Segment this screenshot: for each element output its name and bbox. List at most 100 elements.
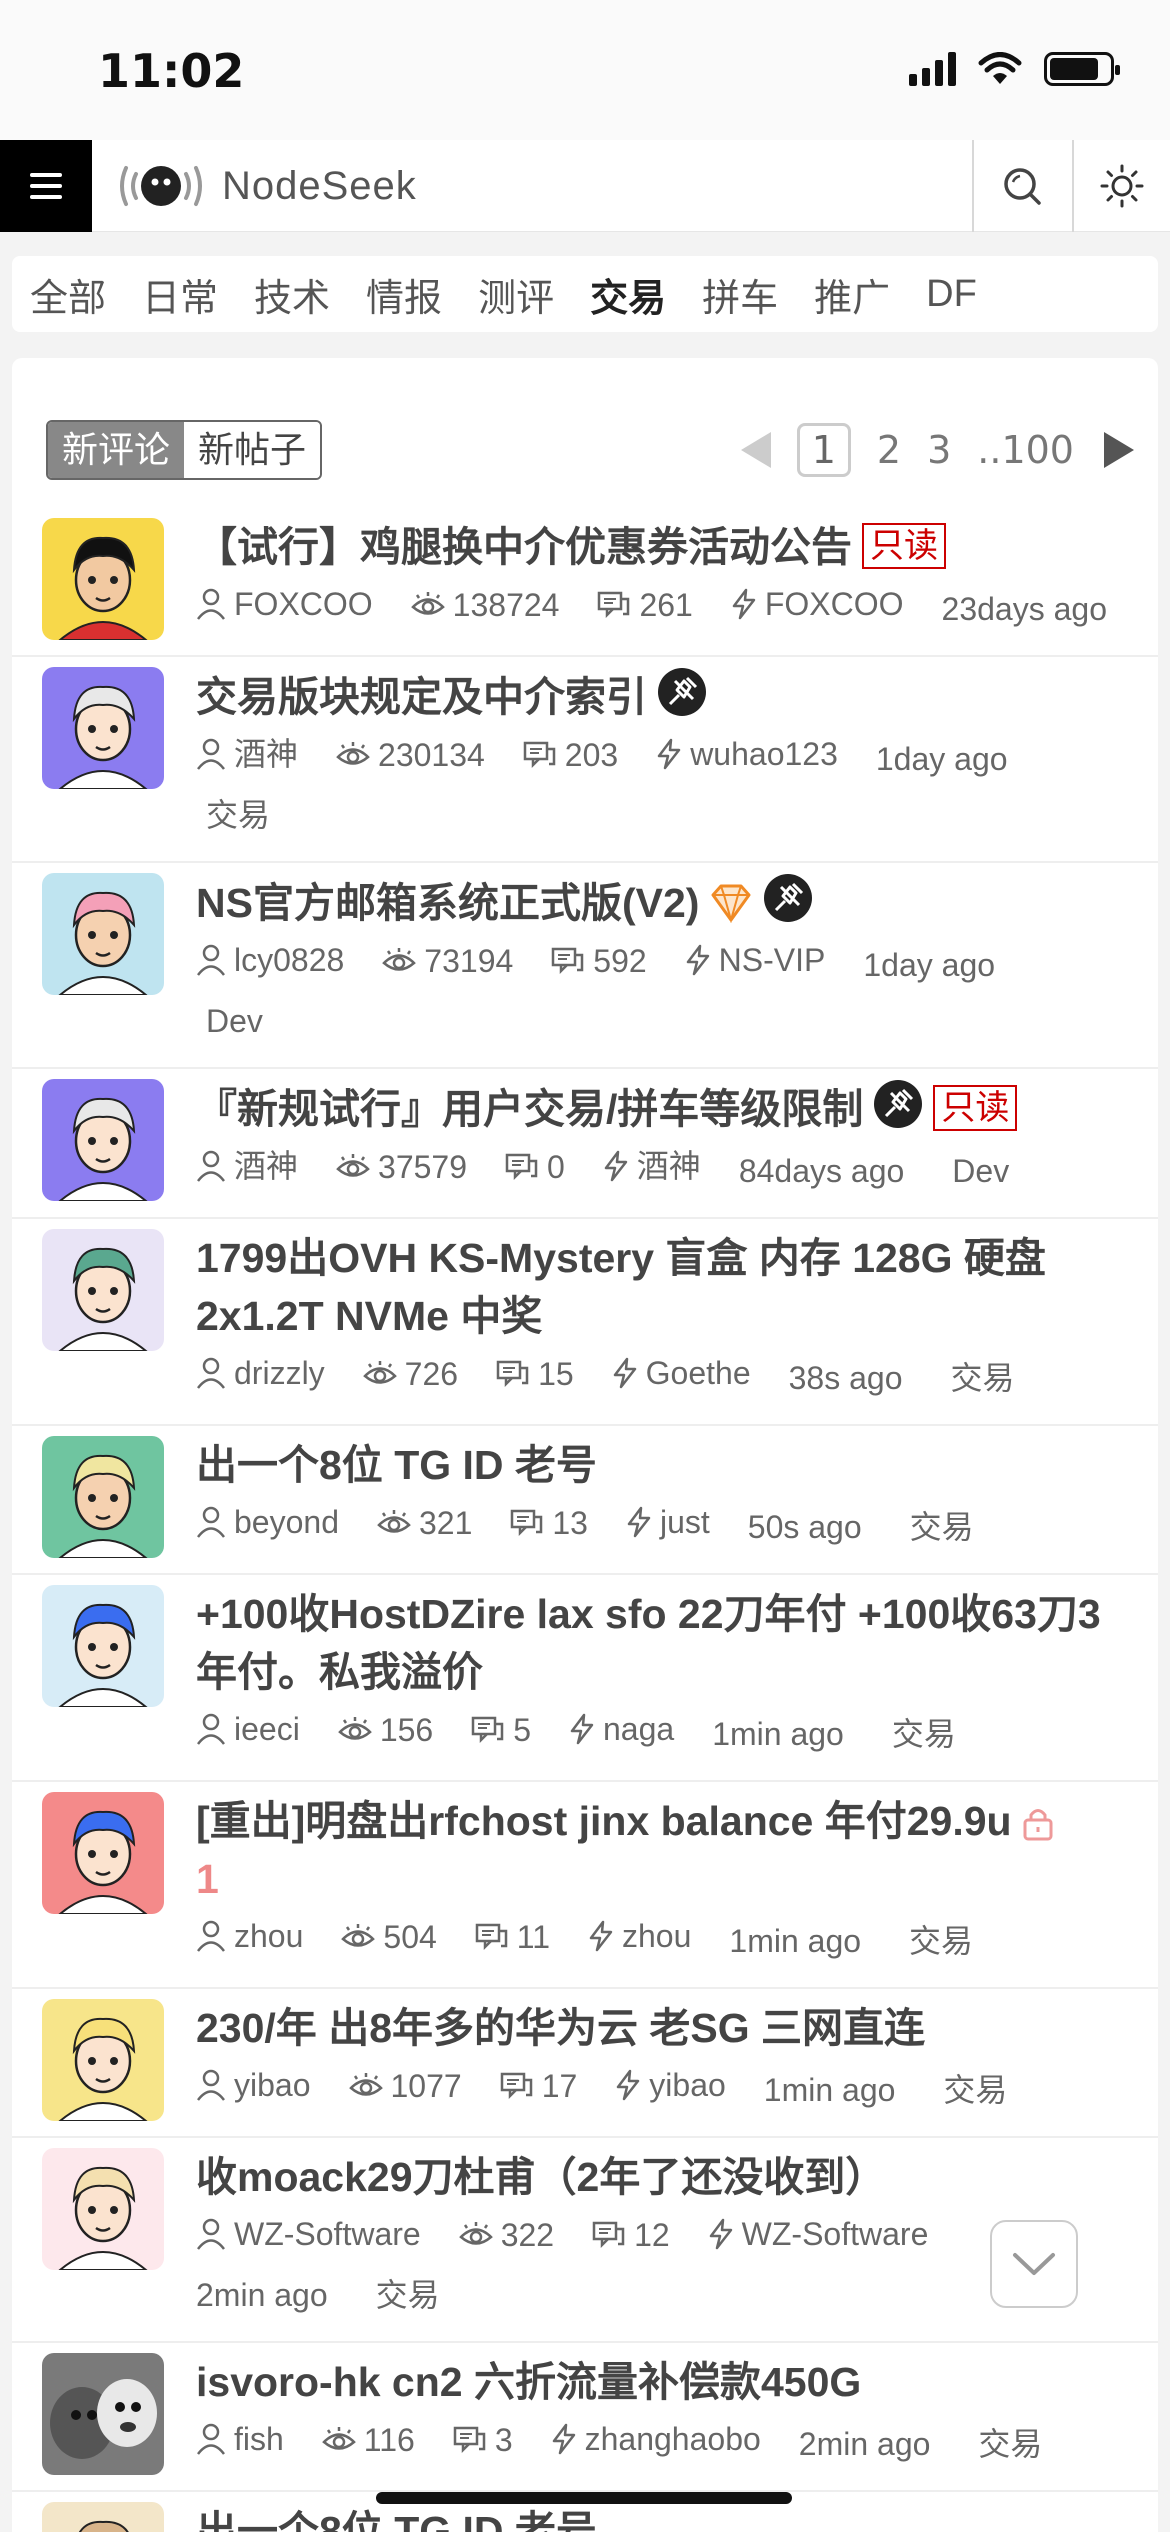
post-title[interactable]: NS官方邮箱系统正式版(V2) (196, 873, 1128, 932)
post-item[interactable]: [重出]明盘出rfchost jinx balance 年付29.9u 1 zhou… (12, 1782, 1158, 1989)
menu-button[interactable] (0, 140, 92, 232)
post-category[interactable]: 交易 (943, 2062, 1007, 2118)
post-item[interactable]: 收moack29刀杜甫（2年了还没收到） WZ-Software 322 12 WZ-S… (12, 2138, 1158, 2343)
avatar[interactable] (42, 518, 164, 640)
avatar[interactable] (42, 1792, 164, 1914)
post-author[interactable]: drizzly (196, 1345, 325, 1401)
post-title-text[interactable]: 交易版块规定及中介索引 (196, 674, 647, 720)
post-title-text[interactable]: 『新规试行』用户交易/拼车等级限制 (196, 1086, 863, 1132)
post-author[interactable]: fish (196, 2411, 284, 2467)
post-title[interactable]: [重出]明盘出rfchost jinx balance 年付29.9u 1 (196, 1792, 1128, 1908)
post-author[interactable]: zhou (196, 1908, 303, 1964)
post-author[interactable]: lcy0828 (196, 932, 344, 988)
post-title-text[interactable]: +100收HostDZire lax sfo 22刀年付 +100收63刀3年付… (196, 1591, 1101, 1695)
post-title-text[interactable]: 1799出OVH KS-Mystery 盲盒 内存 128G 硬盘 2x1.2T… (196, 1235, 1046, 1339)
site-logo[interactable]: NodeSeek (116, 158, 417, 214)
post-category[interactable]: 交易 (951, 1350, 1015, 1406)
post-category[interactable]: 交易 (206, 787, 270, 843)
page-last[interactable]: ..100 (977, 428, 1074, 472)
post-category[interactable]: 交易 (892, 1706, 956, 1762)
post-last-reply-user[interactable]: FOXCOO (731, 576, 904, 632)
avatar[interactable] (42, 873, 164, 995)
post-title[interactable]: 【试行】鸡腿换中介优惠券活动公告 只读 (196, 518, 1128, 576)
post-item[interactable]: 『新规试行』用户交易/拼车等级限制 只读 酒神 37579 0 酒神 84days ago D… (12, 1069, 1158, 1219)
prev-page-icon[interactable] (740, 432, 771, 468)
avatar[interactable] (42, 1229, 164, 1351)
post-title-text[interactable]: 出一个8位 TG ID 老号 (196, 2508, 597, 2532)
page-3[interactable]: 3 (927, 428, 951, 472)
post-author[interactable]: WZ-Software (196, 2206, 421, 2262)
post-title-text[interactable]: NS官方邮箱系统正式版(V2) (196, 880, 699, 926)
post-last-reply-user[interactable]: yibao (615, 2057, 726, 2113)
avatar[interactable] (42, 2502, 164, 2532)
post-category[interactable]: 交易 (978, 2416, 1042, 2472)
post-title[interactable]: 『新规试行』用户交易/拼车等级限制 只读 (196, 1079, 1128, 1138)
avatar[interactable] (42, 2353, 164, 2475)
post-last-reply-user[interactable]: 酒神 (603, 1138, 701, 1194)
post-category[interactable]: 交易 (376, 2267, 440, 2323)
post-author[interactable]: FOXCOO (196, 576, 373, 632)
page-current[interactable]: 1 (796, 423, 851, 477)
post-author[interactable]: yibao (196, 2057, 311, 2113)
post-title-text[interactable]: 【试行】鸡腿换中介优惠券活动公告 (196, 524, 852, 570)
post-last-reply-user[interactable]: just (626, 1494, 710, 1550)
category-daily[interactable]: 日常 (142, 267, 218, 322)
post-last-reply-user[interactable]: NS-VIP (685, 932, 825, 988)
post-last-reply-user[interactable]: zhanghaobo (551, 2411, 761, 2467)
category-tech[interactable]: 技术 (254, 267, 330, 322)
search-button[interactable] (972, 140, 1070, 232)
post-item[interactable]: 出一个8位 TG ID 老号 beyond 321 13 just 50s ago 交易 (12, 1426, 1158, 1575)
post-title-text[interactable]: 230/年 出8年多的华为云 老SG 三网直连 (196, 2005, 925, 2051)
post-category[interactable]: Dev (952, 1143, 1009, 1199)
post-item[interactable]: 1799出OVH KS-Mystery 盲盒 内存 128G 硬盘 2x1.2T… (12, 1219, 1158, 1426)
post-author[interactable]: 酒神 (196, 1138, 298, 1194)
post-item[interactable]: NS官方邮箱系统正式版(V2) lcy0828 73194 592 NS-VIP 1day… (12, 863, 1158, 1069)
post-title[interactable]: +100收HostDZire lax sfo 22刀年付 +100收63刀3年付… (196, 1585, 1128, 1701)
post-title-text[interactable]: [重出]明盘出rfchost jinx balance 年付29.9u (196, 1798, 1012, 1844)
avatar[interactable] (42, 1585, 164, 1707)
post-title-text[interactable]: 收moack29刀杜甫（2年了还没收到） (196, 2154, 886, 2200)
category-carpool[interactable]: 拼车 (702, 267, 778, 322)
avatar[interactable] (42, 1079, 164, 1201)
post-category[interactable]: Dev (206, 993, 263, 1049)
post-item[interactable]: +100收HostDZire lax sfo 22刀年付 +100收63刀3年付… (12, 1575, 1158, 1782)
category-promotion[interactable]: 推广 (814, 267, 890, 322)
post-title-text[interactable]: 出一个8位 TG ID 老号 (196, 1442, 597, 1488)
category-trade[interactable]: 交易 (590, 267, 666, 322)
sort-new-posts-tab[interactable]: 新帖子 (184, 422, 321, 478)
post-title-text[interactable]: isvoro-hk cn2 六折流量补偿款450G (196, 2359, 861, 2405)
post-title[interactable]: 230/年 出8年多的华为云 老SG 三网直连 (196, 1999, 1128, 2057)
next-page-icon[interactable] (1104, 432, 1134, 468)
category-all[interactable]: 全部 (30, 267, 106, 322)
avatar[interactable] (42, 1999, 164, 2121)
category-df[interactable]: DF (926, 273, 977, 316)
post-last-reply-user[interactable]: Goethe (612, 1345, 751, 1401)
post-title[interactable]: 1799出OVH KS-Mystery 盲盒 内存 128G 硬盘 2x1.2T… (196, 1229, 1128, 1345)
post-title[interactable]: 收moack29刀杜甫（2年了还没收到） (196, 2148, 1128, 2206)
post-last-reply-user[interactable]: WZ-Software (708, 2206, 928, 2262)
post-author[interactable]: ieeci (196, 1701, 300, 1757)
post-category[interactable]: 交易 (910, 1499, 974, 1555)
post-item[interactable]: isvoro-hk cn2 六折流量补偿款450G fish 116 3 zhangha… (12, 2343, 1158, 2492)
post-title[interactable]: 出一个8位 TG ID 老号 (196, 2502, 1128, 2532)
category-info[interactable]: 情报 (366, 267, 442, 322)
post-last-reply-user[interactable]: naga (569, 1701, 674, 1757)
post-title[interactable]: isvoro-hk cn2 六折流量补偿款450G (196, 2353, 1128, 2411)
avatar[interactable] (42, 1436, 164, 1558)
post-title[interactable]: 交易版块规定及中介索引 (196, 667, 1128, 726)
theme-toggle-button[interactable] (1072, 140, 1170, 232)
category-review[interactable]: 测评 (478, 267, 554, 322)
post-item[interactable]: 交易版块规定及中介索引 酒神 230134 203 wuhao123 1day ago 交易 (12, 657, 1158, 863)
page-2[interactable]: 2 (877, 428, 901, 472)
post-category[interactable]: 交易 (909, 1913, 973, 1969)
sort-new-comments-tab[interactable]: 新评论 (48, 422, 185, 478)
avatar[interactable] (42, 667, 164, 789)
scroll-down-button[interactable] (990, 2220, 1078, 2308)
post-item[interactable]: 【试行】鸡腿换中介优惠券活动公告 只读 FOXCOO 138724 261 FOXCOO 2… (12, 508, 1158, 657)
post-author[interactable]: 酒神 (196, 726, 298, 782)
post-item[interactable]: 230/年 出8年多的华为云 老SG 三网直连 yibao 1077 17 yibao 1… (12, 1989, 1158, 2138)
post-title[interactable]: 出一个8位 TG ID 老号 (196, 1436, 1128, 1494)
post-last-reply-user[interactable]: zhou (588, 1908, 691, 1964)
post-author[interactable]: beyond (196, 1494, 339, 1550)
avatar[interactable] (42, 2148, 164, 2270)
